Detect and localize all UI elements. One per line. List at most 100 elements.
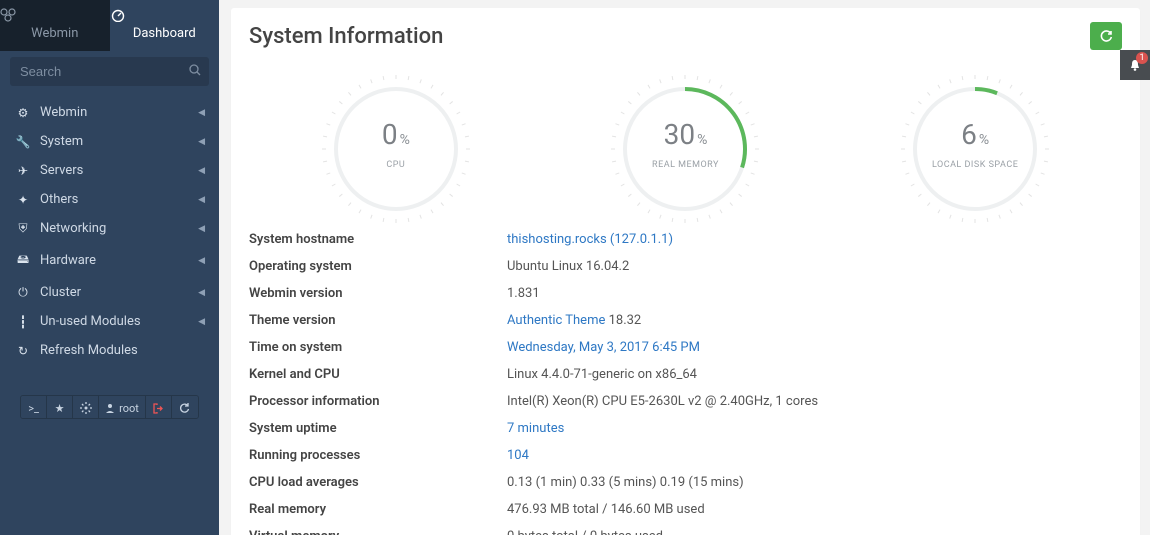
reload-button[interactable]: [172, 396, 198, 419]
info-label: Kernel and CPU: [249, 367, 507, 382]
gauges-row: 0% CPU 30%REAL MEMORY 6% LOCAL DISK SPACE: [231, 68, 1140, 226]
info-value: 0 bytes total / 0 bytes used: [507, 529, 663, 535]
info-label: Theme version: [249, 313, 507, 328]
page-title: System Information: [249, 24, 1090, 49]
info-table: System hostnamethishosting.rocks (127.0.…: [231, 226, 1140, 535]
nav-icon: ⛨: [14, 221, 32, 236]
nav-icon: ✈: [14, 164, 32, 178]
search-input[interactable]: [10, 57, 209, 86]
caret-left-icon: ◀: [198, 195, 205, 205]
info-value: Linux 4.4.0-71-generic on x86_64: [507, 367, 697, 382]
main-content: System Information 0% CPU 30%REAL MEMORY 6%…: [219, 0, 1150, 535]
gauge-value: 30%: [610, 118, 760, 151]
nav-icon: ┇: [14, 315, 32, 329]
sidebar-tabs: Webmin Dashboard: [0, 0, 219, 51]
settings-button[interactable]: [73, 396, 99, 419]
info-label: CPU load averages: [249, 475, 507, 490]
notification-badge: 1: [1136, 52, 1148, 64]
sidebar-item-un-used-modules[interactable]: ┇Un-used Modules◀: [0, 307, 219, 336]
sidebar-item-networking[interactable]: ⛨ Networking◀: [0, 214, 219, 243]
caret-left-icon: ◀: [198, 108, 205, 118]
nav-label: Networking: [40, 221, 198, 236]
notifications-button[interactable]: 1: [1120, 50, 1150, 80]
user-icon: [105, 403, 115, 413]
info-label: System hostname: [249, 232, 507, 247]
system-info-panel: System Information 0% CPU 30%REAL MEMORY 6%…: [231, 8, 1140, 535]
nav-label: Cluster: [40, 285, 198, 300]
sidebar-item-others[interactable]: ✦Others◀: [0, 185, 219, 214]
info-row: Webmin version1.831: [249, 280, 1122, 307]
info-link[interactable]: 104: [507, 448, 529, 463]
panel-header: System Information: [231, 8, 1140, 68]
info-link[interactable]: thishosting.rocks (127.0.1.1): [507, 232, 673, 247]
refresh-button[interactable]: [1090, 22, 1122, 50]
gauge-value: 6%: [900, 118, 1050, 151]
sidebar-item-webmin[interactable]: ⚙ Webmin◀: [0, 98, 219, 127]
nav-icon: 🔧: [14, 135, 32, 149]
info-label: Operating system: [249, 259, 507, 274]
info-label: Webmin version: [249, 286, 507, 301]
dashboard-icon: [110, 8, 220, 22]
sidebar-item-hardware[interactable]: 🖴Hardware◀: [0, 243, 219, 278]
sidebar-item-cluster[interactable]: ⏻ Cluster◀: [0, 278, 219, 307]
info-label: Virtual memory: [249, 529, 507, 535]
sidebar-item-system[interactable]: 🔧 System◀: [0, 127, 219, 156]
info-link[interactable]: 7 minutes: [507, 421, 564, 436]
info-label: Real memory: [249, 502, 507, 517]
caret-left-icon: ◀: [198, 224, 205, 234]
sidebar-item-servers[interactable]: ✈ Servers◀: [0, 156, 219, 185]
info-value: Ubuntu Linux 16.04.2: [507, 259, 629, 274]
info-row: Time on systemWednesday, May 3, 2017 6:4…: [249, 334, 1122, 361]
gauge-cpu: 0% CPU: [296, 74, 496, 224]
gauge-local-disk-space: 6% LOCAL DISK SPACE: [875, 74, 1075, 224]
favorites-button[interactable]: ★: [47, 396, 73, 419]
caret-left-icon: ◀: [198, 166, 205, 176]
nav: ⚙Webmin◀🔧System◀✈Servers◀✦Others◀⛨Networ…: [0, 98, 219, 365]
info-row: Operating systemUbuntu Linux 16.04.2: [249, 253, 1122, 280]
caret-left-icon: ◀: [198, 288, 205, 298]
nav-icon: ↻: [14, 344, 32, 358]
info-row: System uptime7 minutes: [249, 415, 1122, 442]
info-row: Processor informationIntel(R) Xeon(R) CP…: [249, 388, 1122, 415]
nav-label: Refresh Modules: [40, 343, 205, 358]
nav-label: Servers: [40, 163, 198, 178]
info-value: 0.13 (1 min) 0.33 (5 mins) 0.19 (15 mins…: [507, 475, 744, 490]
info-link[interactable]: Authentic Theme: [507, 313, 605, 328]
gauge-value: 0%: [321, 118, 471, 151]
logout-button[interactable]: [146, 396, 172, 419]
bottom-bar: >_ ★ root: [20, 395, 199, 419]
caret-left-icon: ◀: [198, 137, 205, 147]
sidebar: Webmin Dashboard ⚙Webmin◀🔧System◀✈Server…: [0, 0, 219, 535]
info-row: Virtual memory0 bytes total / 0 bytes us…: [249, 523, 1122, 535]
info-label: System uptime: [249, 421, 507, 436]
user-button[interactable]: root: [99, 396, 146, 419]
info-row: Theme versionAuthentic Theme 18.32: [249, 307, 1122, 334]
refresh-icon: [1099, 29, 1113, 43]
user-label: root: [119, 402, 139, 415]
info-row: Running processes104: [249, 442, 1122, 469]
info-value: 476.93 MB total / 146.60 MB used: [507, 502, 705, 517]
terminal-button[interactable]: >_: [21, 396, 47, 419]
info-link[interactable]: Wednesday, May 3, 2017 6:45 PM: [507, 340, 700, 355]
info-row: Kernel and CPULinux 4.4.0-71-generic on …: [249, 361, 1122, 388]
info-value: 1.831: [507, 286, 540, 301]
webmin-icon: [0, 8, 110, 22]
tab-webmin[interactable]: Webmin: [0, 0, 110, 51]
tab-dashboard[interactable]: Dashboard: [110, 0, 220, 51]
nav-icon: ⚙: [14, 106, 32, 120]
info-row: Real memory476.93 MB total / 146.60 MB u…: [249, 496, 1122, 523]
nav-label: System: [40, 134, 198, 149]
search-wrap: [0, 51, 219, 92]
gauge-label: LOCAL DISK SPACE: [900, 160, 1050, 170]
nav-icon: ✦: [14, 193, 32, 207]
gauge-label: CPU: [321, 160, 471, 170]
nav-icon: ⏻: [14, 285, 32, 300]
nav-label: Un-used Modules: [40, 314, 198, 329]
nav-label: Webmin: [40, 105, 198, 120]
info-label: Running processes: [249, 448, 507, 463]
gauge-real-memory: 30%REAL MEMORY: [585, 74, 785, 224]
sidebar-item-refresh-modules[interactable]: ↻ Refresh Modules: [0, 336, 219, 365]
tab-dashboard-label: Dashboard: [133, 26, 196, 41]
info-value: Intel(R) Xeon(R) CPU E5-2630L v2 @ 2.40G…: [507, 394, 818, 409]
info-row: CPU load averages0.13 (1 min) 0.33 (5 mi…: [249, 469, 1122, 496]
